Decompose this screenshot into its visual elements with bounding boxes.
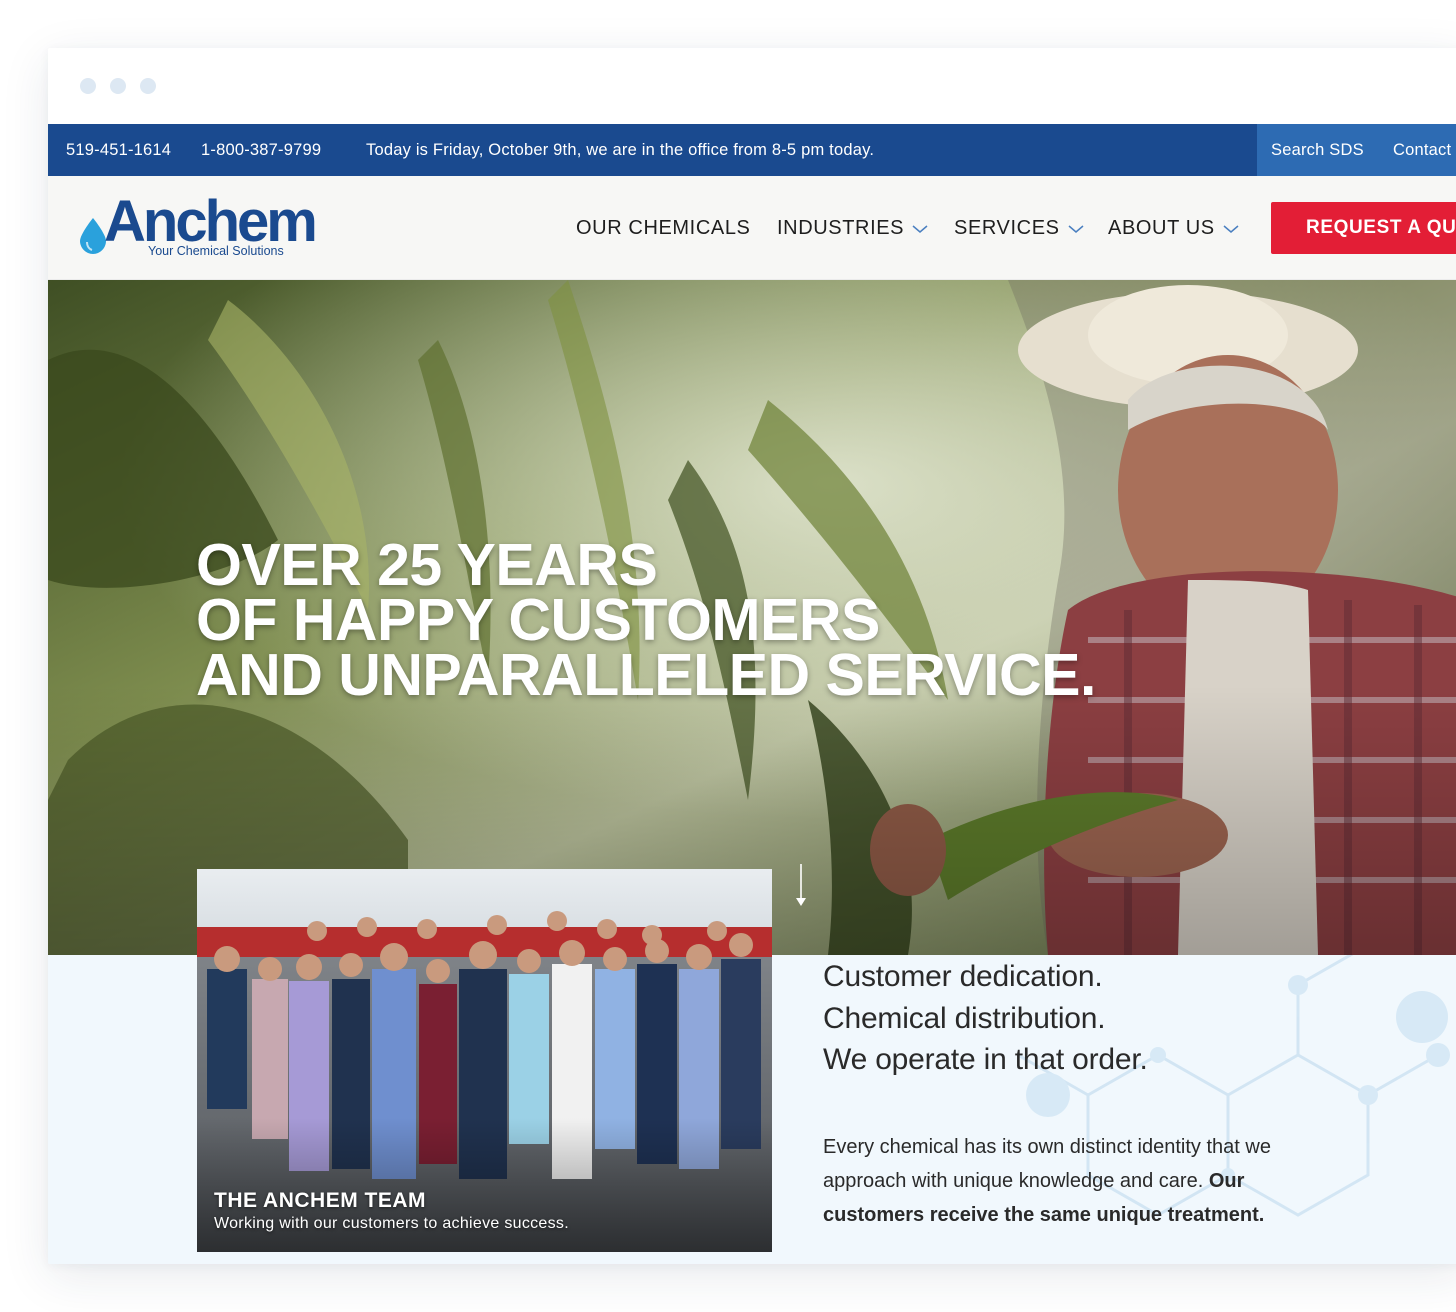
window-maximize-dot[interactable] — [140, 78, 156, 94]
nav-our-chemicals[interactable]: OUR CHEMICALS — [576, 176, 751, 280]
browser-window: 519-451-1614 1-800-387-9799 Today is Fri… — [48, 48, 1456, 1264]
chevron-down-icon — [912, 225, 928, 233]
about-tagline: Customer dedication. Chemical distributi… — [823, 956, 1148, 1081]
phone-local-link[interactable]: 519-451-1614 — [66, 124, 171, 176]
team-card-subtitle: Working with our customers to achieve su… — [214, 1215, 569, 1232]
nav-label: ABOUT US — [1108, 217, 1215, 239]
nav-industries[interactable]: INDUSTRIES — [777, 176, 928, 280]
water-drop-icon — [80, 218, 106, 254]
nav-services[interactable]: SERVICES — [954, 176, 1084, 280]
logo-tagline: Your Chemical Solutions — [148, 244, 284, 258]
page-stage: 519-451-1614 1-800-387-9799 Today is Fri… — [0, 0, 1456, 1312]
team-photo-card[interactable]: THE ANCHEM TEAM Working with our custome… — [197, 869, 772, 1252]
body-text-regular: Every chemical has its own distinct iden… — [823, 1136, 1271, 1192]
nav-label: SERVICES — [954, 217, 1060, 239]
window-close-dot[interactable] — [80, 78, 96, 94]
tagline-line: Chemical distribution. — [823, 1001, 1106, 1035]
main-navigation: Anchem Your Chemical Solutions OUR CHEMI… — [48, 176, 1456, 280]
browser-chrome — [48, 48, 1456, 124]
nav-label: OUR CHEMICALS — [576, 217, 751, 239]
hero-headline-line: OVER 25 YEARS — [196, 532, 658, 598]
utility-bar: 519-451-1614 1-800-387-9799 Today is Fri… — [48, 124, 1456, 176]
hero-headline-line: OF HAPPY CUSTOMERS — [196, 587, 880, 653]
tagline-line: Customer dedication. — [823, 960, 1103, 993]
anchem-logo[interactable]: Anchem Your Chemical Solutions — [80, 189, 318, 264]
chevron-down-icon — [1223, 225, 1239, 233]
request-quote-button[interactable]: REQUEST A QU — [1271, 202, 1456, 254]
hero-headline: OVER 25 YEARS OF HAPPY CUSTOMERS AND UNP… — [196, 532, 1096, 708]
team-card-title: THE ANCHEM TEAM — [214, 1189, 427, 1212]
hero-banner: OVER 25 YEARS OF HAPPY CUSTOMERS AND UNP… — [48, 280, 1456, 955]
about-body-text: Every chemical has its own distinct iden… — [823, 1130, 1343, 1232]
search-sds-link[interactable]: Search SDS — [1271, 124, 1364, 176]
utility-links: Search SDS Contact — [1257, 124, 1456, 176]
nav-about-us[interactable]: ABOUT US — [1108, 176, 1239, 280]
phone-toll-free-link[interactable]: 1-800-387-9799 — [201, 124, 321, 176]
chevron-down-icon — [1068, 225, 1084, 233]
arrow-down-icon[interactable] — [792, 862, 810, 910]
window-minimize-dot[interactable] — [110, 78, 126, 94]
tagline-line: We operate in that order. — [823, 1043, 1148, 1076]
office-hours-notice: Today is Friday, October 9th, we are in … — [366, 141, 875, 159]
hero-headline-line: AND UNPARALLELED SERVICE. — [196, 642, 1096, 708]
contact-link[interactable]: Contact — [1393, 124, 1451, 176]
nav-label: INDUSTRIES — [777, 217, 905, 239]
